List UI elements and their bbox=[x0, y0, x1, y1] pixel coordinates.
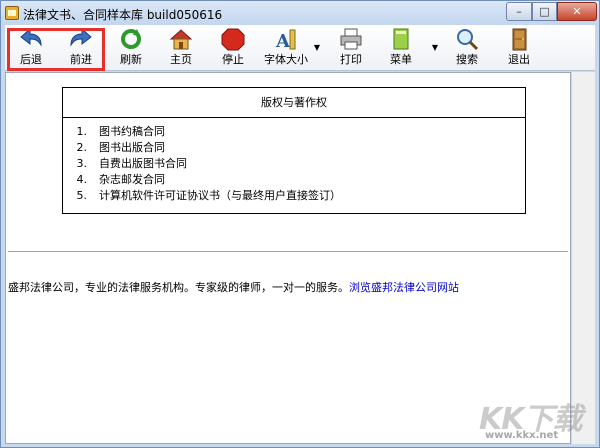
toc-item[interactable]: 5. 计算机软件许可证协议书（与最终用户直接签订） bbox=[63, 188, 525, 204]
refresh-label: 刷新 bbox=[120, 53, 142, 66]
app-window: 法律文书、合同样本库 build050616 – □ ✕ 后退 前进 刷新 主页 bbox=[0, 0, 600, 448]
toc-item[interactable]: 1. 图书约稿合同 bbox=[63, 124, 525, 140]
refresh-icon bbox=[109, 27, 153, 53]
app-book-icon bbox=[5, 6, 19, 20]
stop-button[interactable]: 停止 bbox=[211, 27, 255, 69]
toc-item[interactable]: 4. 杂志邮发合同 bbox=[63, 172, 525, 188]
search-button[interactable]: 搜索 bbox=[445, 27, 489, 69]
menu-button[interactable]: 菜单 bbox=[379, 27, 423, 69]
highlight-frame bbox=[7, 28, 105, 71]
close-button[interactable]: ✕ bbox=[557, 2, 597, 21]
home-label: 主页 bbox=[170, 53, 192, 66]
stop-label: 停止 bbox=[222, 53, 244, 66]
home-icon bbox=[159, 27, 203, 53]
home-button[interactable]: 主页 bbox=[159, 27, 203, 69]
toc-list: 1. 图书约稿合同 2. 图书出版合同 3. 自费出版图书合同 4. 杂志邮发合同 5.… bbox=[63, 118, 525, 204]
menu-book-icon bbox=[379, 27, 423, 53]
footer: 盛邦法律公司，专业的法律服务机构。专家级的律师，一对一的服务。浏览盛邦法律公司网… bbox=[8, 279, 459, 295]
toc-item[interactable]: 3. 自费出版图书合同 bbox=[63, 156, 525, 172]
font-size-label: 字体大小 bbox=[264, 53, 308, 66]
font-size-icon: A bbox=[261, 27, 311, 53]
exit-label: 退出 bbox=[508, 53, 530, 66]
maximize-icon: □ bbox=[539, 5, 550, 18]
close-icon: ✕ bbox=[572, 5, 582, 18]
toc-heading: 版权与著作权 bbox=[63, 88, 525, 118]
watermark: KK下载 www.kkx.net bbox=[479, 394, 589, 444]
print-button[interactable]: 打印 bbox=[329, 27, 373, 69]
footer-text: 盛邦法律公司，专业的法律服务机构。专家级的律师，一对一的服务。 bbox=[8, 281, 349, 294]
svg-text:A: A bbox=[275, 31, 291, 51]
font-size-button[interactable]: A 字体大小 bbox=[261, 27, 311, 69]
exit-button[interactable]: 退出 bbox=[497, 27, 541, 69]
maximize-button[interactable]: □ bbox=[532, 2, 557, 21]
search-icon bbox=[445, 27, 489, 53]
minimize-button[interactable]: – bbox=[506, 2, 532, 21]
font-size-dropdown-arrow-icon[interactable]: ▼ bbox=[312, 43, 322, 53]
menu-label: 菜单 bbox=[390, 53, 412, 66]
exit-door-icon bbox=[497, 27, 541, 53]
horizontal-divider bbox=[8, 251, 568, 253]
toc-table: 版权与著作权 1. 图书约稿合同 2. 图书出版合同 3. 自费出版图书合同 4. 杂志… bbox=[62, 87, 526, 214]
toc-item[interactable]: 2. 图书出版合同 bbox=[63, 140, 525, 156]
printer-icon bbox=[329, 27, 373, 53]
refresh-button[interactable]: 刷新 bbox=[109, 27, 153, 69]
window-title: 法律文书、合同样本库 build050616 bbox=[23, 8, 223, 22]
content-pane: 版权与著作权 1. 图书约稿合同 2. 图书出版合同 3. 自费出版图书合同 4. 杂志… bbox=[5, 72, 571, 444]
watermark-url: www.kkx.net bbox=[485, 430, 559, 441]
stop-icon bbox=[211, 27, 255, 53]
minimize-icon: – bbox=[516, 5, 522, 18]
print-label: 打印 bbox=[340, 53, 362, 66]
title-bar[interactable]: 法律文书、合同样本库 build050616 – □ ✕ bbox=[1, 1, 599, 25]
menu-dropdown-arrow-icon[interactable]: ▼ bbox=[430, 43, 440, 53]
company-website-link[interactable]: 浏览盛邦法律公司网站 bbox=[349, 281, 459, 294]
search-label: 搜索 bbox=[456, 53, 478, 66]
vertical-scrollbar[interactable] bbox=[571, 72, 595, 444]
